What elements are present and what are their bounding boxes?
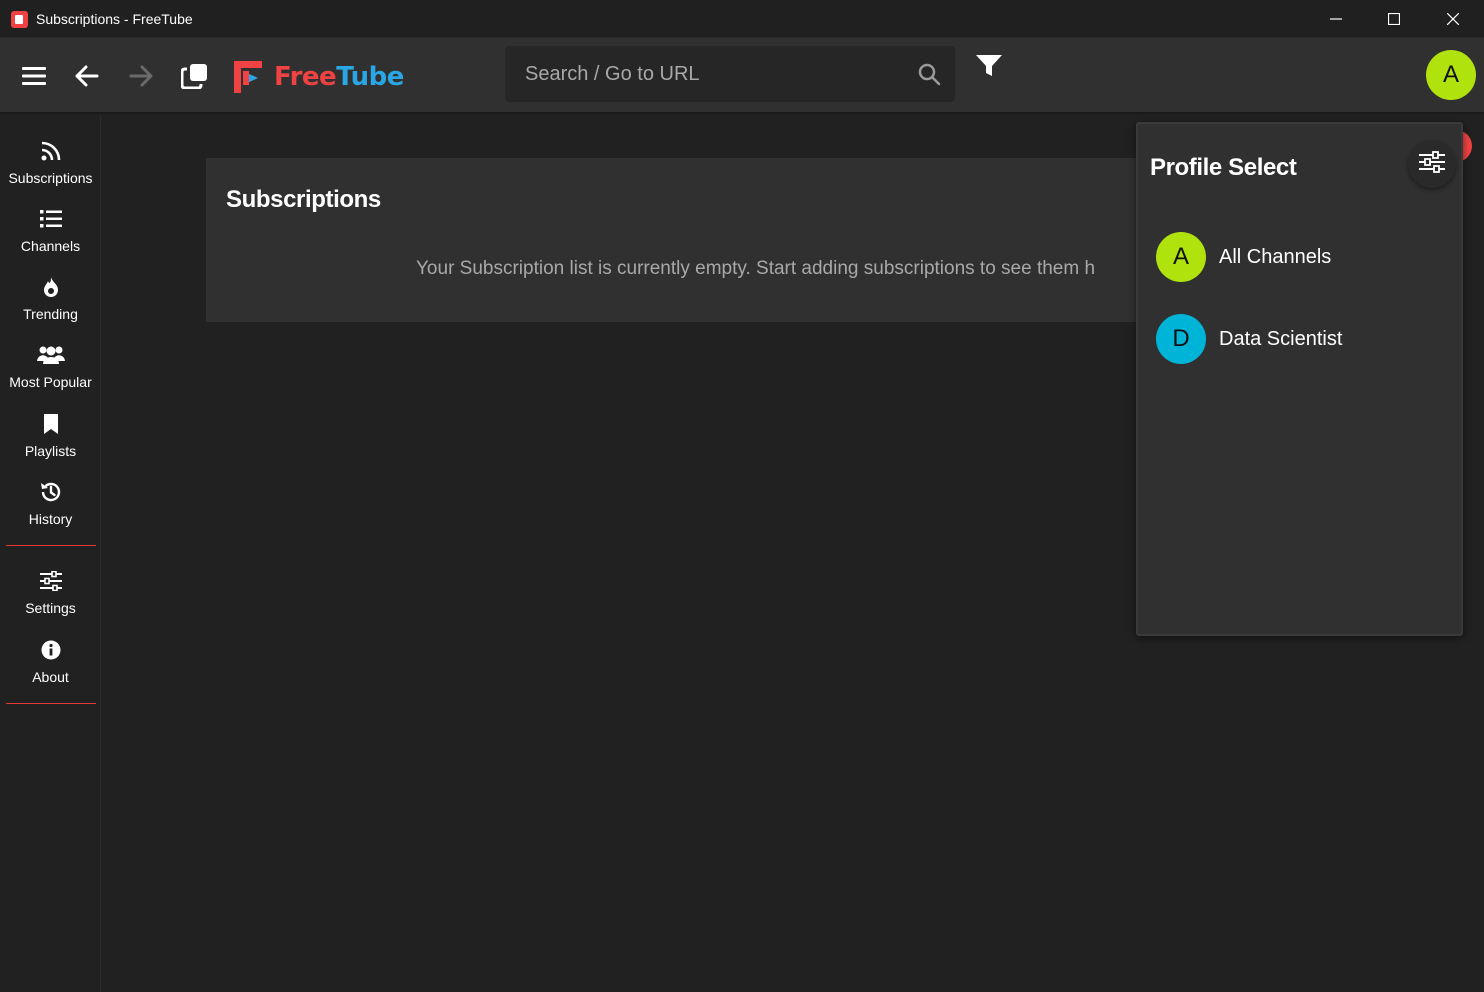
profile-avatar-button[interactable]: A	[1426, 50, 1476, 100]
search-box	[505, 46, 955, 102]
profile-settings-button[interactable]	[1408, 140, 1456, 188]
menu-hamburger-icon[interactable]	[14, 56, 54, 96]
profile-select-title: Profile Select	[1150, 154, 1297, 181]
sidebar-item-history[interactable]: History	[0, 471, 101, 535]
sidebar-item-label: Most Popular	[9, 374, 92, 390]
sliders-icon	[1419, 150, 1445, 178]
logo-tube-text: Tube	[336, 62, 404, 92]
freetube-logo[interactable]: FreeTube	[234, 60, 404, 94]
profile-name: Data Scientist	[1219, 327, 1343, 350]
sidebar-item-playlists[interactable]: Playlists	[0, 403, 101, 467]
window-title: Subscriptions - FreeTube	[36, 11, 193, 27]
logo-free-text: Free	[274, 62, 337, 92]
profile-item-all-channels[interactable]: A All Channels	[1156, 231, 1446, 283]
info-icon	[41, 637, 61, 663]
sidebar-item-about[interactable]: About	[0, 629, 101, 693]
profile-item-data-scientist[interactable]: D Data Scientist	[1156, 313, 1446, 365]
empty-subscriptions-message: Your Subscription list is currently empt…	[416, 258, 1096, 279]
profile-avatar: D	[1156, 314, 1206, 364]
maximize-button[interactable]	[1365, 0, 1423, 38]
users-icon	[36, 342, 65, 368]
sidebar-item-channels[interactable]: Channels	[0, 198, 101, 262]
sidebar-item-label: Settings	[25, 600, 76, 616]
sidebar-item-label: About	[32, 669, 69, 685]
window-titlebar: Subscriptions - FreeTube	[0, 0, 1484, 38]
sidebar-item-subscriptions[interactable]: Subscriptions	[0, 130, 101, 194]
sliders-icon	[39, 568, 62, 594]
sidebar-item-label: Channels	[20, 238, 81, 254]
sidebar-item-label: History	[28, 511, 73, 527]
forward-arrow-icon[interactable]	[121, 56, 161, 96]
back-arrow-icon[interactable]	[67, 56, 107, 96]
list-icon	[39, 206, 62, 232]
top-navigation-bar: FreeTube A	[0, 38, 1484, 114]
page-title: Subscriptions	[226, 186, 381, 213]
profile-name: All Channels	[1219, 245, 1332, 268]
sidebar-divider	[6, 545, 96, 546]
minimize-button[interactable]	[1307, 0, 1365, 38]
sidebar-item-most-popular[interactable]: Most Popular	[0, 334, 101, 398]
subscriptions-card: Subscriptions Your Subscription list is …	[206, 158, 1206, 322]
freetube-app-icon	[11, 11, 28, 28]
history-icon	[40, 479, 62, 505]
search-icon[interactable]	[917, 62, 941, 91]
filter-icon[interactable]	[975, 54, 1003, 83]
sidebar-item-label: Subscriptions	[8, 170, 93, 186]
rss-icon	[41, 138, 61, 164]
fire-icon	[41, 274, 61, 300]
profile-avatar: A	[1156, 232, 1206, 282]
sidebar-item-settings[interactable]: Settings	[0, 560, 101, 624]
side-navigation: Subscriptions Channels Trending Most Pop…	[0, 116, 101, 992]
new-window-icon[interactable]	[175, 56, 215, 96]
freetube-logo-mark-icon	[234, 61, 266, 93]
close-window-button[interactable]	[1424, 0, 1482, 38]
sidebar-item-label: Playlists	[24, 443, 77, 459]
freetube-logo-text: FreeTube	[274, 62, 404, 92]
search-input[interactable]	[505, 62, 885, 86]
sidebar-divider	[6, 703, 96, 704]
profile-select-panel: Profile Select A All Channels D Data Sci…	[1136, 122, 1463, 636]
sidebar-item-trending[interactable]: Trending	[0, 266, 101, 330]
sidebar-item-label: Trending	[23, 306, 78, 322]
bookmark-icon	[43, 411, 59, 437]
